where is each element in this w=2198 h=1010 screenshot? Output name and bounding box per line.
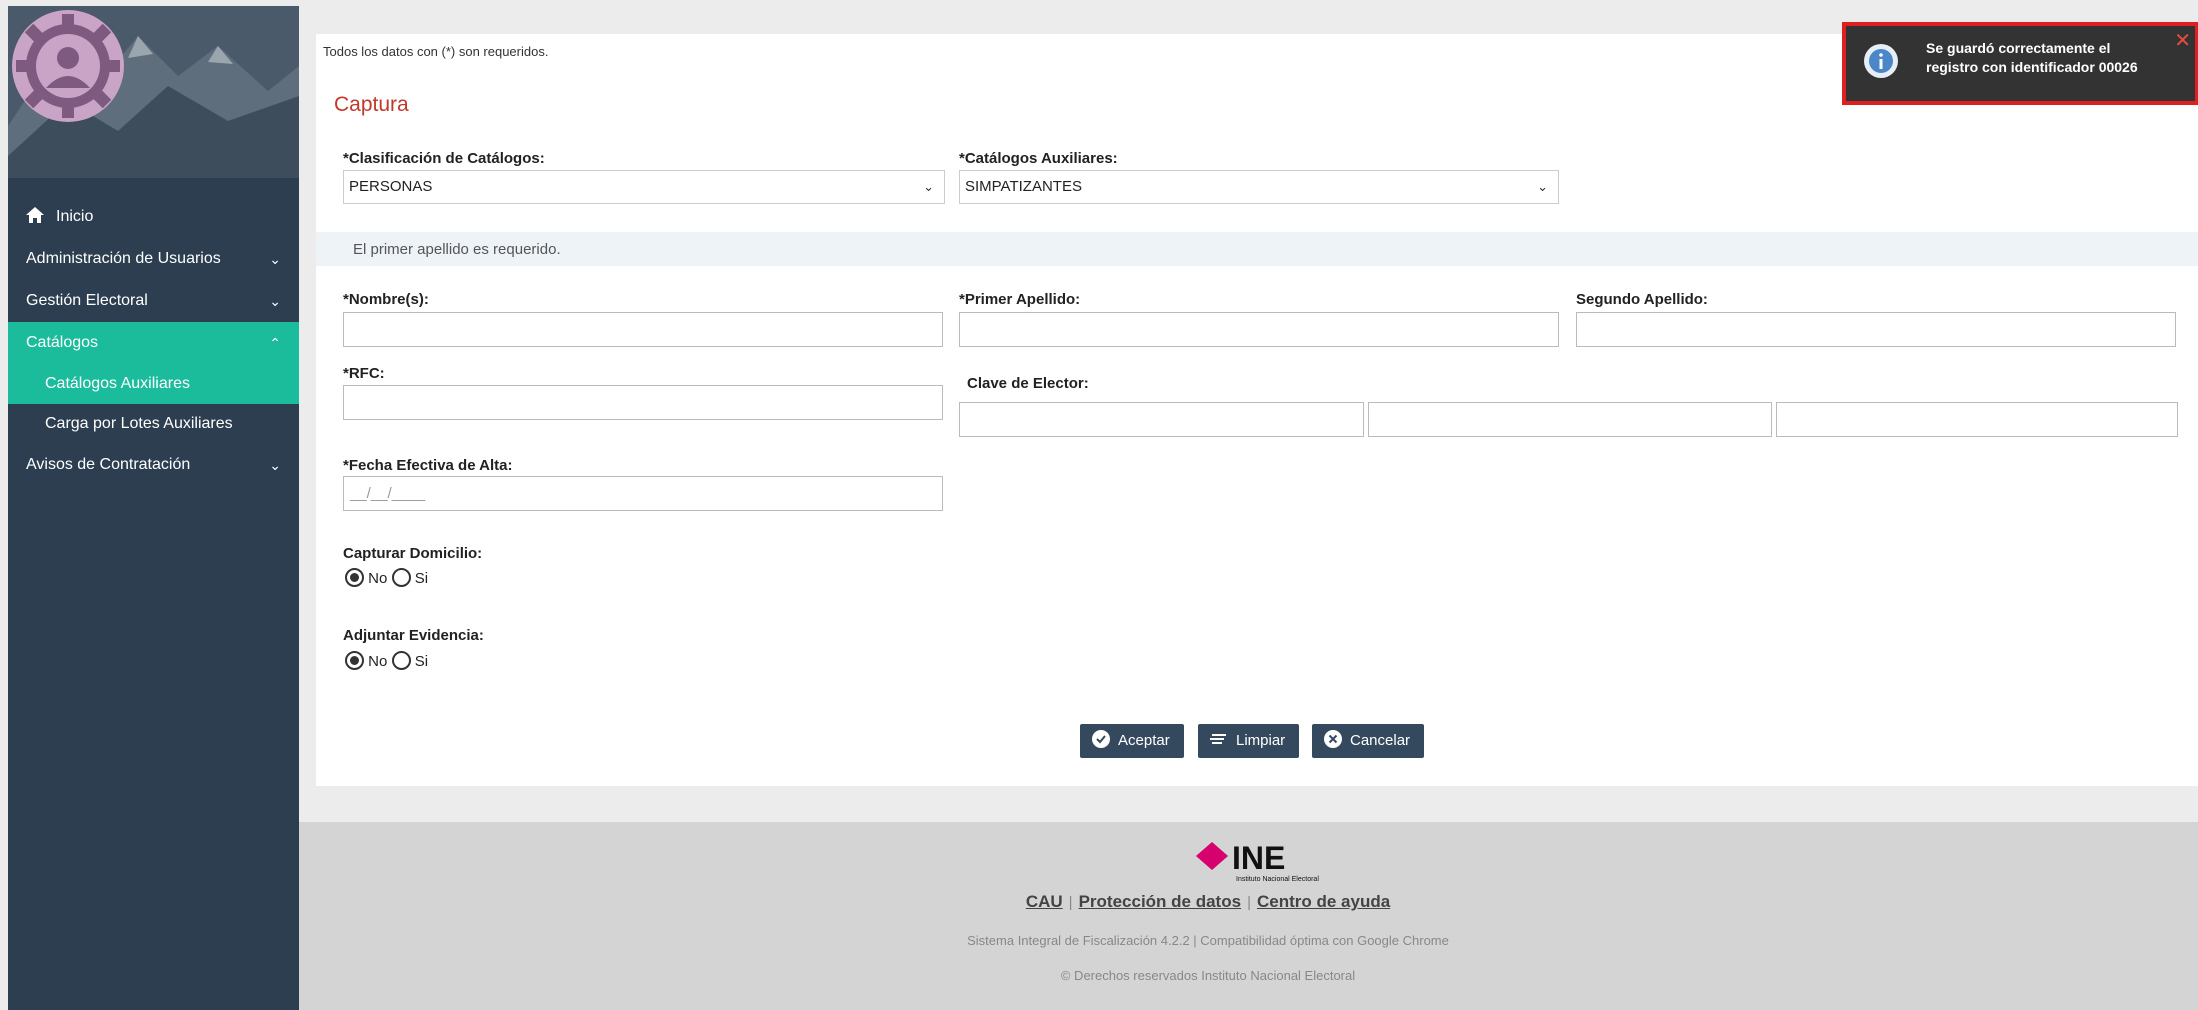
- fecha-label: *Fecha Efectiva de Alta:: [343, 457, 513, 474]
- sidebar-item-label: Catálogos: [26, 334, 99, 351]
- catalogos-select[interactable]: SIMPATIZANTES ⌄: [959, 170, 1559, 204]
- footer-copyright: © Derechos reservados Instituto Nacional…: [1060, 968, 1356, 983]
- top-bar: [299, 0, 2198, 6]
- chevron-up-icon: ⌃: [269, 335, 281, 351]
- clave-elector-input-3[interactable]: [1776, 402, 2178, 437]
- sidebar-menu: Inicio Administración de Usuarios ⌄ Gest…: [8, 196, 299, 486]
- centro-ayuda-link[interactable]: Centro de ayuda: [1257, 892, 1390, 911]
- catalogos-value: SIMPATIZANTES: [965, 178, 1082, 195]
- primer-apellido-label: *Primer Apellido:: [959, 291, 1081, 308]
- close-icon[interactable]: ✕: [2174, 28, 2191, 53]
- sidebar-item-label: Administración de Usuarios: [26, 250, 221, 267]
- clasificacion-select[interactable]: PERSONAS ⌄: [343, 170, 945, 204]
- radio-no[interactable]: [345, 651, 364, 670]
- svg-text:Instituto Nacional Electoral: Instituto Nacional Electoral: [1236, 876, 1319, 883]
- check-circle-icon: [1092, 730, 1110, 748]
- limpiar-button[interactable]: Limpiar: [1198, 724, 1300, 758]
- nombre-input[interactable]: [343, 312, 943, 347]
- chevron-down-icon: ⌄: [269, 251, 281, 267]
- sidebar-subitem-carga-lotes[interactable]: Carga por Lotes Auxiliares: [8, 404, 299, 444]
- sidebar-header: [8, 6, 299, 178]
- sidebar-item-avisos-contratacion[interactable]: Avisos de Contratación ⌄: [8, 444, 299, 486]
- validation-alert: [316, 232, 2198, 266]
- capturar-domicilio-radios: No Si: [345, 568, 428, 587]
- segundo-apellido-input[interactable]: [1576, 312, 2176, 347]
- cancelar-label: Cancelar: [1350, 732, 1411, 749]
- chevron-down-icon: ⌄: [1537, 179, 1548, 194]
- primer-apellido-input[interactable]: [959, 312, 1559, 347]
- sidebar-item-label: Catálogos Auxiliares: [45, 375, 190, 392]
- rfc-input[interactable]: [343, 385, 943, 420]
- clave-elector-input-1[interactable]: [959, 402, 1364, 437]
- sidebar-item-gestion-electoral[interactable]: Gestión Electoral ⌄: [8, 280, 299, 322]
- toast-message: Se guardó correctamente el registro con …: [1926, 40, 2138, 75]
- svg-text:INE: INE: [1232, 840, 1285, 876]
- radio-si-label: Si: [414, 653, 429, 670]
- chevron-down-icon: ⌄: [269, 293, 281, 309]
- segundo-apellido-label: Segundo Apellido:: [1576, 291, 1708, 308]
- catalogos-label: *Catálogos Auxiliares:: [959, 150, 1118, 167]
- radio-si[interactable]: [391, 651, 411, 670]
- aceptar-label: Aceptar: [1118, 732, 1170, 749]
- adjuntar-evidencia-label: Adjuntar Evidencia:: [343, 627, 484, 644]
- radio-no-label: No: [368, 570, 388, 587]
- sidebar-item-label: Avisos de Contratación: [26, 456, 191, 473]
- radio-no-label: No: [368, 653, 388, 670]
- home-icon: [26, 207, 44, 223]
- fecha-input[interactable]: __/__/____: [343, 476, 943, 511]
- chevron-down-icon: ⌄: [269, 457, 281, 473]
- sidebar-item-label: Gestión Electoral: [26, 292, 148, 309]
- validation-alert-text: El primer apellido es requerido.: [353, 241, 561, 258]
- chevron-down-icon: ⌄: [923, 179, 934, 194]
- cau-link[interactable]: CAU: [1026, 892, 1063, 911]
- radio-si-label: Si: [414, 570, 429, 587]
- limpiar-label: Limpiar: [1236, 732, 1286, 749]
- aceptar-button[interactable]: Aceptar: [1080, 724, 1184, 758]
- cancelar-button[interactable]: Cancelar: [1312, 724, 1425, 758]
- required-note: Todos los datos con (*) son requeridos.: [323, 44, 549, 59]
- ine-logo: INE Instituto Nacional Electoral: [1196, 840, 1319, 883]
- clasificacion-label: *Clasificación de Catálogos:: [343, 150, 545, 167]
- proteccion-datos-link[interactable]: Protección de datos: [1079, 892, 1241, 911]
- clasificacion-value: PERSONAS: [349, 178, 433, 195]
- nombre-label: *Nombre(s):: [343, 291, 429, 308]
- user-gear-logo-icon: [12, 10, 124, 122]
- sidebar-item-inicio[interactable]: Inicio: [8, 196, 299, 238]
- sidebar-subitem-catalogos-auxiliares[interactable]: Catálogos Auxiliares: [8, 364, 299, 404]
- sidebar: Inicio Administración de Usuarios ⌄ Gest…: [8, 6, 299, 1010]
- clave-elector-label: Clave de Elector:: [967, 375, 1089, 392]
- radio-no[interactable]: [345, 568, 364, 587]
- info-icon: [1864, 44, 1898, 78]
- radio-si[interactable]: [391, 568, 411, 587]
- rfc-label: *RFC:: [343, 365, 385, 382]
- clave-elector-input-2[interactable]: [1368, 402, 1772, 437]
- sidebar-item-administracion-usuarios[interactable]: Administración de Usuarios ⌄: [8, 238, 299, 280]
- adjuntar-evidencia-radios: No Si: [345, 651, 428, 670]
- sidebar-item-catalogos[interactable]: Catálogos ⌃: [8, 322, 299, 364]
- sidebar-item-label: Inicio: [56, 208, 94, 225]
- page-title: Captura: [334, 93, 409, 116]
- success-toast: Se guardó correctamente el registro con …: [1842, 22, 2198, 105]
- capturar-domicilio-label: Capturar Domicilio:: [343, 545, 483, 562]
- footer-version: Sistema Integral de Fiscalización 4.2.2 …: [967, 933, 1449, 948]
- footer-links: CAU | Protección de datos | Centro de ayuda: [1025, 892, 1391, 911]
- sidebar-item-label: Carga por Lotes Auxiliares: [45, 415, 233, 432]
- main-content: Todos los datos con (*) son requeridos. …: [299, 0, 2198, 1010]
- close-circle-icon: [1324, 730, 1342, 748]
- eraser-icon: [1210, 734, 1226, 744]
